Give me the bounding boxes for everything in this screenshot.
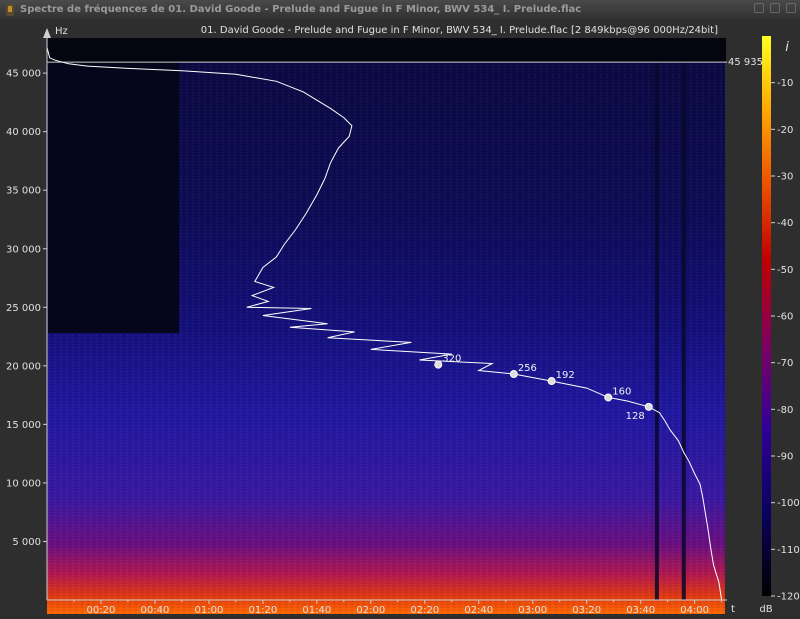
- db-tick-label: -100: [777, 498, 800, 509]
- db-tick-label: -110: [777, 545, 800, 556]
- window-controls: [754, 3, 796, 13]
- db-tick-label: -60: [777, 312, 793, 323]
- bitrate-marker-point: [604, 393, 613, 402]
- silence-column: [681, 38, 686, 600]
- x-tick-label: 04:00: [680, 605, 709, 616]
- y-tick-label: 40 000: [6, 127, 41, 138]
- x-tick-label: 01:00: [194, 605, 223, 616]
- db-tick-label: -80: [777, 405, 793, 416]
- y-tick-label: 20 000: [6, 361, 41, 372]
- y-tick-label: 30 000: [6, 244, 41, 255]
- db-tick-label: -50: [777, 265, 793, 276]
- spectrogram-view: 45 935 320 256 192 160 128 Hz t 01. David Go…: [0, 20, 800, 619]
- y-tick-label: 15 000: [6, 420, 41, 431]
- db-tick-label: -10: [777, 78, 793, 89]
- x-tick-label: 00:20: [87, 605, 116, 616]
- bitrate-marker-point: [509, 370, 518, 379]
- info-icon[interactable]: i: [785, 40, 789, 55]
- bitrate-marker-label: 160: [612, 386, 631, 397]
- x-tick-label: 02:20: [410, 605, 439, 616]
- x-tick-label: 02:40: [464, 605, 493, 616]
- window-title: Spectre de fréquences de 01. David Goode…: [20, 4, 582, 15]
- spectrogram-chart: 45 935 320 256 192 160 128 Hz t 01. David Go…: [6, 25, 800, 616]
- y-tick-label: 5 000: [12, 537, 41, 548]
- early-low-band-region: [48, 38, 180, 334]
- silence-column: [654, 38, 659, 600]
- db-tick-label: -40: [777, 218, 793, 229]
- y-tick-label: 10 000: [6, 478, 41, 489]
- bitrate-marker-point: [547, 377, 556, 386]
- colorbar-label: dB: [759, 604, 772, 615]
- above-cutoff-band: [48, 38, 726, 63]
- close-button[interactable]: [786, 3, 796, 13]
- spek-icon: [6, 4, 14, 16]
- x-tick-label: 03:00: [518, 605, 547, 616]
- cutoff-label: 45 935: [728, 57, 763, 68]
- title-bar: Spectre de fréquences de 01. David Goode…: [0, 0, 800, 21]
- colorbar-ticks: -10 -20 -30 -40 -50 -60 -70 -80 -90 -100 -110 -120: [771, 78, 800, 603]
- maximize-button[interactable]: [770, 3, 780, 13]
- bitrate-marker-label: 192: [556, 370, 575, 381]
- db-tick-label: -90: [777, 452, 793, 463]
- db-tick-label: -20: [777, 125, 793, 136]
- bitrate-marker-label: 320: [442, 354, 461, 365]
- db-tick-label: -70: [777, 358, 793, 369]
- x-tick-label: 03:20: [572, 605, 601, 616]
- x-tick-label: 03:40: [626, 605, 655, 616]
- bitrate-marker-point: [644, 402, 653, 411]
- bitrate-marker-label: 128: [626, 411, 645, 422]
- db-tick-label: -30: [777, 172, 793, 183]
- x-tick-label: 00:40: [141, 605, 170, 616]
- x-axis-label: t: [731, 604, 735, 615]
- y-tick-label: 25 000: [6, 303, 41, 314]
- bitrate-marker-point: [434, 360, 443, 369]
- x-tick-label: 01:40: [302, 605, 331, 616]
- chart-title: 01. David Goode - Prelude and Fugue in F…: [201, 25, 718, 36]
- x-tick-label: 02:00: [356, 605, 385, 616]
- y-tick-label: 35 000: [6, 186, 41, 197]
- y-ticks: 5 000 10 000 15 000 20 000 25 000 30 000 35 00…: [6, 69, 47, 548]
- bitrate-marker-label: 256: [518, 363, 537, 374]
- db-tick-label: -120: [777, 592, 800, 603]
- y-axis-arrow: [43, 28, 51, 38]
- x-tick-label: 01:20: [248, 605, 277, 616]
- y-tick-label: 45 000: [6, 69, 41, 80]
- colorbar: [762, 36, 771, 596]
- y-axis-label: Hz: [55, 26, 68, 37]
- minimize-button[interactable]: [754, 3, 764, 13]
